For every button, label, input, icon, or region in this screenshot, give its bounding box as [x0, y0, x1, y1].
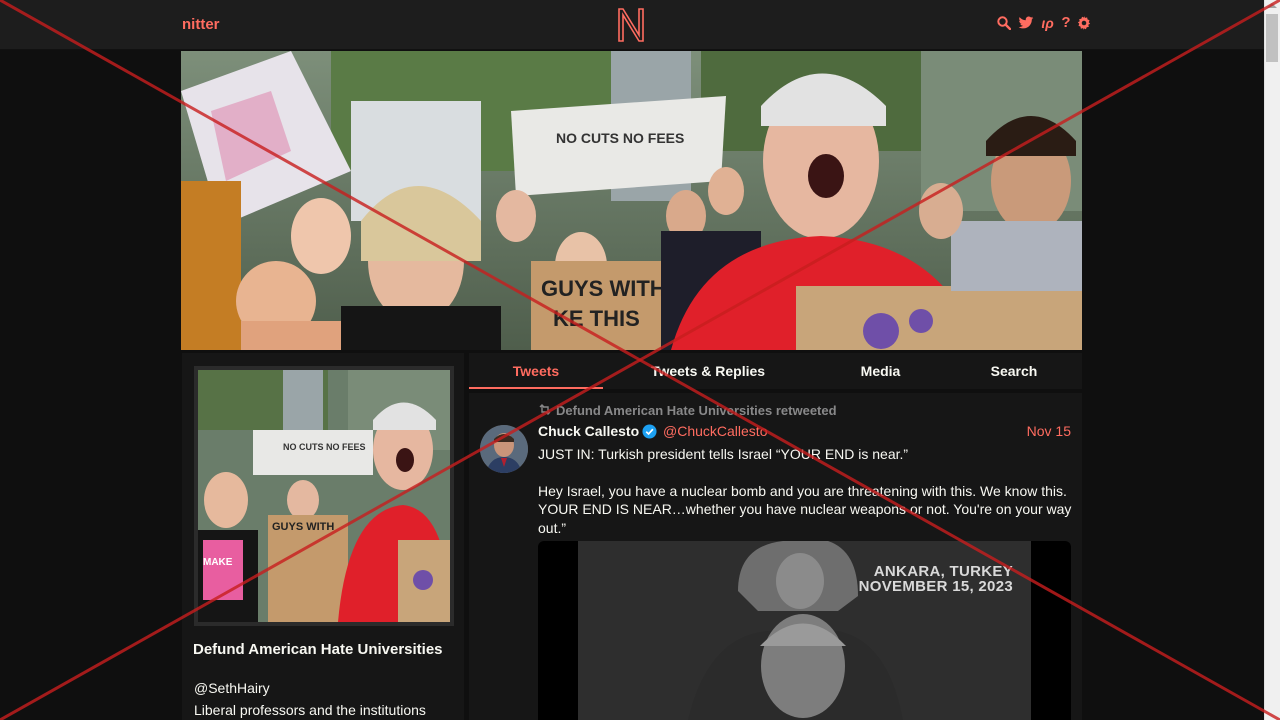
- page-scrollbar[interactable]: [1264, 0, 1280, 720]
- tweet-date[interactable]: Nov 15: [1027, 423, 1071, 439]
- tab-search[interactable]: Search: [969, 353, 1059, 389]
- tab-tweets-and-replies[interactable]: Tweets & Replies: [629, 353, 787, 389]
- retweet-icon: [538, 403, 552, 418]
- tweet-paragraph: JUST IN: Turkish president tells Israel …: [538, 446, 909, 462]
- svg-text:KE THIS: KE THIS: [553, 306, 640, 331]
- svg-text:NO CUTS NO FEES: NO CUTS NO FEES: [283, 442, 366, 452]
- timeline-tabs: Tweets Tweets & Replies Media Search: [469, 353, 1082, 389]
- tweet-content: JUST IN: Turkish president tells Israel …: [538, 445, 1073, 555]
- tweet-video[interactable]: ANKARA, TURKEY NOVEMBER 15, 2023: [538, 541, 1071, 720]
- tweet-author-avatar[interactable]: [480, 425, 528, 473]
- twitter-bird-icon[interactable]: [1017, 15, 1034, 31]
- verified-badge-icon: [642, 424, 657, 439]
- profile-card: NO CUTS NO FEES MAKE GUYS WITH Defund Am…: [182, 353, 464, 720]
- svg-text:MAKE: MAKE: [203, 557, 233, 568]
- svg-text:NO CUTS NO FEES: NO CUTS NO FEES: [556, 130, 684, 146]
- scrollbar-thumb[interactable]: [1266, 14, 1278, 62]
- profile-username[interactable]: @SethHairy: [194, 680, 270, 696]
- scroll-up-arrow-icon[interactable]: [1267, 3, 1277, 8]
- profile-bio: Liberal professors and the institutions: [194, 702, 426, 718]
- profile-avatar[interactable]: NO CUTS NO FEES MAKE GUYS WITH: [194, 366, 454, 626]
- tweet-author-name[interactable]: Chuck Callesto: [538, 423, 639, 439]
- help-icon[interactable]: ?: [1061, 15, 1071, 31]
- retweet-header: Defund American Hate Universities retwee…: [538, 403, 837, 418]
- gear-icon[interactable]: [1077, 15, 1091, 31]
- tweet-paragraph: Hey Israel, you have a nuclear bomb and …: [538, 482, 1072, 536]
- tab-media[interactable]: Media: [839, 353, 922, 389]
- rss-icon[interactable]: ιρ: [1040, 15, 1055, 31]
- video-date-label: NOVEMBER 15, 2023: [858, 578, 1013, 595]
- profile-banner[interactable]: NO CUTS NO FEES GUYS WITH KE THIS: [181, 51, 1082, 350]
- timeline: Defund American Hate Universities retwee…: [469, 393, 1082, 720]
- profile-fullname[interactable]: Defund American Hate Universities: [193, 639, 453, 660]
- nitter-logo-icon[interactable]: [616, 7, 646, 43]
- svg-text:GUYS WITH: GUYS WITH: [272, 521, 334, 533]
- tweet-author-handle[interactable]: @ChuckCallesto: [663, 423, 767, 439]
- nav-icons: ιρ ?: [997, 15, 1091, 31]
- navbar: nitter ιρ ?: [0, 0, 1264, 50]
- svg-text:GUYS WITH: GUYS WITH: [541, 276, 666, 301]
- brand-link[interactable]: nitter: [182, 16, 220, 33]
- retweet-header-text: Defund American Hate Universities retwee…: [556, 403, 837, 418]
- tab-tweets[interactable]: Tweets: [469, 353, 603, 389]
- search-icon[interactable]: [997, 15, 1011, 31]
